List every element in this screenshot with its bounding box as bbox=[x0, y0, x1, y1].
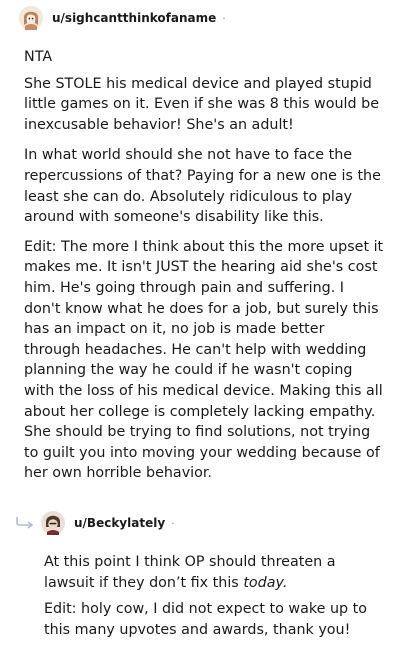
comment-paragraph: At this point I think OP should threaten… bbox=[44, 552, 384, 593]
meta-separator: · bbox=[222, 11, 226, 25]
comment-body: NTA She STOLE his medical device and pla… bbox=[24, 47, 384, 484]
user-avatar-icon[interactable] bbox=[18, 5, 44, 31]
emphasis-text: today. bbox=[243, 574, 288, 591]
comment-paragraph: NTA bbox=[24, 49, 53, 65]
comment-header: u/Beckylately · bbox=[40, 510, 175, 536]
username-link[interactable]: u/sighcantthinkofaname bbox=[52, 11, 216, 25]
comment-header: u/sighcantthinkofaname · bbox=[18, 5, 226, 31]
comment-body: At this point I think OP should threaten… bbox=[44, 552, 384, 640]
comment-paragraph: She STOLE his medical device and played … bbox=[24, 75, 380, 133]
meta-separator: · bbox=[171, 516, 175, 530]
paragraph-text: At this point I think OP should threaten… bbox=[44, 554, 336, 591]
comment-paragraph: Edit: holy cow, I did not expect to wake… bbox=[44, 601, 367, 638]
username-link[interactable]: u/Beckylately bbox=[74, 516, 165, 530]
user-avatar-icon[interactable] bbox=[40, 510, 66, 536]
comment-paragraph: In what world should she not have to fac… bbox=[24, 147, 381, 226]
reply-arrow-icon bbox=[15, 515, 35, 534]
comment-paragraph: Edit: The more I think about this the mo… bbox=[24, 238, 384, 482]
